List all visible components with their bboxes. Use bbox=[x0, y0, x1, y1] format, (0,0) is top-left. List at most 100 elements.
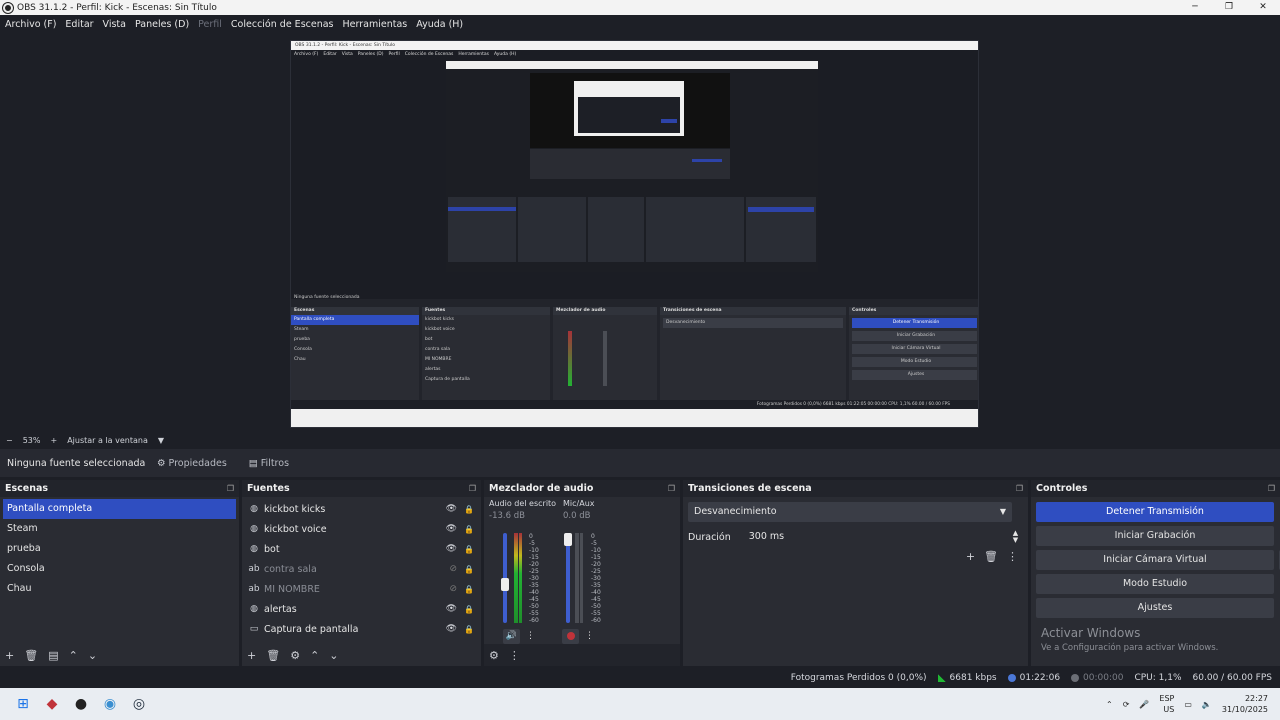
menu-editar[interactable]: Editar bbox=[65, 19, 93, 30]
menu-coleccion[interactable]: Colección de Escenas bbox=[231, 19, 334, 30]
zoom-fit-select[interactable]: Ajustar a la ventana bbox=[67, 436, 148, 445]
zoom-in-button[interactable]: + bbox=[50, 436, 57, 445]
more-options-icon[interactable]: ⋮ bbox=[522, 629, 539, 644]
lock-icon[interactable]: 🔒 bbox=[464, 545, 474, 554]
trash-icon[interactable]: 🗑 bbox=[266, 649, 280, 662]
lock-icon[interactable]: 🔒 bbox=[464, 605, 474, 614]
controls-title: Controles bbox=[1036, 483, 1088, 494]
menu-paneles[interactable]: Paneles (D) bbox=[135, 19, 189, 30]
chevron-up-icon[interactable]: ⌃ bbox=[1106, 700, 1113, 709]
start-recording-button[interactable]: Iniciar Grabación bbox=[1036, 526, 1274, 546]
eye-icon[interactable]: 👁 bbox=[446, 604, 457, 614]
source-item[interactable]: ◍ bot 👁 🔒 bbox=[242, 539, 481, 559]
more-options-icon[interactable]: ⋮ bbox=[581, 629, 598, 644]
scene-item[interactable]: Pantalla completa bbox=[3, 499, 236, 519]
source-item[interactable]: ab contra sala ⊘ 🔒 bbox=[242, 559, 481, 579]
transitions-dock: Transiciones de escena ❐ Desvanecimiento ▼… bbox=[683, 480, 1028, 666]
source-item[interactable]: ab MI NOMBRE ⊘ 🔒 bbox=[242, 579, 481, 599]
volume-knob[interactable] bbox=[501, 578, 509, 591]
source-item[interactable]: ▭ Captura de pantalla 👁 🔒 bbox=[242, 619, 481, 639]
virtual-camera-button[interactable]: Iniciar Cámara Virtual bbox=[1036, 550, 1274, 570]
mixer-channel-desktop: Audio del escritorio -13.6 dB 0-5-10-15-… bbox=[484, 497, 556, 644]
more-options-icon[interactable]: ⋮ bbox=[509, 649, 520, 662]
minimize-button[interactable]: ─ bbox=[1178, 0, 1212, 15]
speaker-icon[interactable]: 🔊 bbox=[503, 629, 520, 644]
move-up-icon[interactable]: ⌃ bbox=[69, 649, 78, 662]
lock-icon[interactable]: 🔒 bbox=[464, 505, 474, 514]
app-icon[interactable]: ◉ bbox=[97, 691, 123, 717]
preview-area: OBS 31.1.2 - Perfil: Kick - Escenas: Sin… bbox=[0, 33, 1280, 433]
steam-icon[interactable]: ◎ bbox=[126, 691, 152, 717]
eye-icon[interactable]: 👁 bbox=[446, 544, 457, 554]
add-transition-button[interactable]: + bbox=[966, 550, 975, 563]
scene-item[interactable]: Consola bbox=[0, 559, 239, 579]
source-item[interactable]: ◍ kickbot voice 👁 🔒 bbox=[242, 519, 481, 539]
dock-float-icon[interactable]: ❐ bbox=[227, 484, 234, 493]
clock[interactable]: 22:27 31/10/2025 bbox=[1222, 693, 1268, 715]
menu-ayuda[interactable]: Ayuda (H) bbox=[416, 19, 463, 30]
eye-icon[interactable]: 👁 bbox=[446, 504, 457, 514]
lock-icon[interactable]: 🔒 bbox=[464, 625, 474, 634]
studio-mode-button[interactable]: Modo Estudio bbox=[1036, 574, 1274, 594]
close-button[interactable]: ✕ bbox=[1246, 0, 1280, 15]
move-down-icon[interactable]: ⌄ bbox=[329, 649, 338, 662]
maximize-button[interactable]: ❐ bbox=[1212, 0, 1246, 15]
spin-arrows-icon[interactable]: ▲ ▼ bbox=[1013, 530, 1018, 544]
lock-icon[interactable]: 🔒 bbox=[464, 525, 474, 534]
settings-button[interactable]: Ajustes bbox=[1036, 598, 1274, 618]
menu-archivo[interactable]: Archivo (F) bbox=[5, 19, 56, 30]
menu-herramientas[interactable]: Herramientas bbox=[343, 19, 408, 30]
sync-icon[interactable]: ⟳ bbox=[1123, 700, 1130, 709]
filter-icon[interactable]: ▤ bbox=[48, 649, 58, 662]
trash-icon[interactable]: 🗑 bbox=[984, 550, 998, 563]
trash-icon[interactable]: 🗑 bbox=[24, 649, 38, 662]
dock-float-icon[interactable]: ❐ bbox=[1016, 484, 1023, 493]
source-item[interactable]: ◍ kickbot kicks 👁 🔒 bbox=[242, 499, 481, 519]
taskbar: ⊞ ◆ ● ◉ ◎ ⌃ ⟳ 🎤 ESP US ▭ 🔈 22:27 31/10/202… bbox=[0, 688, 1280, 720]
window-title: OBS 31.1.2 - Perfil: Kick - Escenas: Sin… bbox=[17, 2, 217, 13]
eye-icon[interactable]: 👁 bbox=[446, 624, 457, 634]
volume-knob[interactable] bbox=[564, 533, 572, 546]
network-icon[interactable]: ▭ bbox=[1184, 700, 1192, 709]
properties-button[interactable]: ⚙ Propiedades bbox=[157, 458, 227, 469]
add-scene-button[interactable]: + bbox=[5, 649, 14, 662]
move-down-icon[interactable]: ⌄ bbox=[88, 649, 97, 662]
eye-hidden-icon[interactable]: ⊘ bbox=[449, 584, 457, 594]
dock-float-icon[interactable]: ❐ bbox=[668, 484, 675, 493]
source-item[interactable]: ◍ alertas 👁 🔒 bbox=[242, 599, 481, 619]
preview-canvas[interactable]: OBS 31.1.2 - Perfil: Kick - Escenas: Sin… bbox=[290, 40, 979, 428]
lock-icon[interactable]: 🔒 bbox=[464, 565, 474, 574]
language-indicator[interactable]: ESP US bbox=[1159, 693, 1174, 715]
filters-button[interactable]: ▤ Filtros bbox=[249, 458, 289, 469]
scene-item[interactable]: Chau bbox=[0, 579, 239, 599]
menu-bar: Archivo (F) Editar Vista Paneles (D) Per… bbox=[0, 15, 1280, 33]
gear-icon[interactable]: ⚙ bbox=[290, 649, 300, 662]
add-source-button[interactable]: + bbox=[247, 649, 256, 662]
menu-vista[interactable]: Vista bbox=[103, 19, 126, 30]
lock-icon[interactable]: 🔒 bbox=[464, 585, 474, 594]
scene-item[interactable]: prueba bbox=[0, 539, 239, 559]
move-up-icon[interactable]: ⌃ bbox=[310, 649, 319, 662]
eye-hidden-icon[interactable]: ⊘ bbox=[449, 564, 457, 574]
transition-select[interactable]: Desvanecimiento ▼ bbox=[688, 502, 1012, 522]
zoom-out-button[interactable]: − bbox=[6, 436, 13, 445]
chevron-down-icon[interactable]: ▼ bbox=[158, 436, 164, 445]
scene-item[interactable]: Steam bbox=[0, 519, 239, 539]
meter-scale: 0 -5 -10 -15 -20 -25 -30 -35 -40 -45 -50 -55 -60 bbox=[529, 533, 539, 624]
dock-float-icon[interactable]: ❐ bbox=[469, 484, 476, 493]
muted-mic-icon[interactable] bbox=[562, 629, 579, 644]
menu-perfil[interactable]: Perfil bbox=[198, 19, 222, 30]
more-options-icon[interactable]: ⋮ bbox=[1007, 550, 1018, 563]
mixer-settings-icon[interactable]: ⚙ bbox=[489, 649, 499, 662]
stop-stream-button[interactable]: Detener Transmisión bbox=[1036, 502, 1274, 522]
obs-icon[interactable]: ● bbox=[68, 691, 94, 717]
volume-slider[interactable] bbox=[566, 533, 570, 623]
brave-icon[interactable]: ◆ bbox=[39, 691, 65, 717]
dock-float-icon[interactable]: ❐ bbox=[1268, 484, 1275, 493]
source-toolbar: Ninguna fuente seleccionada ⚙ Propiedade… bbox=[0, 449, 1280, 477]
microphone-icon[interactable]: 🎤 bbox=[1139, 700, 1149, 709]
volume-icon[interactable]: 🔈 bbox=[1202, 700, 1212, 709]
duration-input[interactable]: 300 ms bbox=[743, 528, 1013, 546]
eye-icon[interactable]: 👁 bbox=[446, 524, 457, 534]
windows-start-icon[interactable]: ⊞ bbox=[10, 691, 36, 717]
